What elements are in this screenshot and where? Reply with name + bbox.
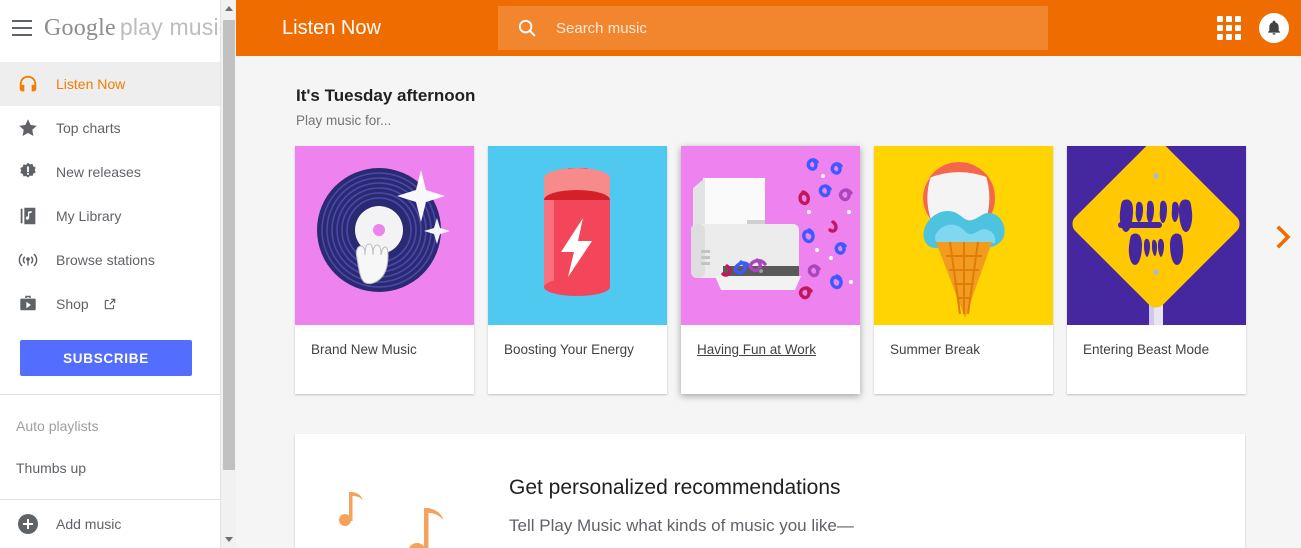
scroll-down-arrow-icon[interactable] (221, 531, 237, 548)
battery-icon (544, 168, 610, 296)
card-brand-new-music[interactable]: Brand New Music (295, 146, 474, 394)
sidebar-item-label: New releases (56, 164, 141, 180)
sidebar-scrollbar[interactable] (220, 0, 236, 548)
card-title-text: Summer Break (890, 342, 981, 357)
radio-tower-icon (14, 248, 42, 272)
personalized-recommendations-card[interactable]: Get personalized recommendations Tell Pl… (295, 434, 1245, 548)
card-title: Boosting Your Energy (488, 325, 667, 394)
card-title-text: Brand New Music (311, 342, 417, 357)
section-subtitle: Play music for... (296, 113, 392, 128)
sidebar-item-label: Top charts (56, 120, 121, 136)
brand-suffix-text: play music (119, 14, 220, 40)
icecream-beachball-icon (923, 161, 1005, 318)
sidebar-item-auto-playlists[interactable]: Auto playlists (0, 405, 220, 447)
brand-row: Google play music (0, 0, 220, 56)
sidebar: Googleplay music Listen Now Top charts (0, 0, 220, 548)
card-summer-break[interactable]: Summer Break (874, 146, 1053, 394)
card-artwork (295, 146, 474, 325)
chevron-right-icon[interactable] (1269, 220, 1299, 254)
promo-text: Get personalized recommendations Tell Pl… (505, 476, 854, 548)
search-icon (498, 17, 556, 39)
section-header: It's Tuesday afternoon Play music for... (220, 56, 1301, 128)
headphones-music-notes-illustration (339, 492, 444, 548)
promo-inner: Get personalized recommendations Tell Pl… (295, 434, 1245, 548)
star-icon (14, 116, 42, 140)
sidebar-item-label: Shop (56, 296, 89, 312)
apps-grid-icon[interactable] (1215, 14, 1243, 42)
headphones-icon (14, 72, 42, 96)
sidebar-item-browse-stations[interactable]: Browse stations (0, 238, 220, 282)
playlists-list: Auto playlists Thumbs up (0, 395, 220, 499)
brand-logo[interactable]: Google play music (44, 14, 220, 42)
sidebar-item-add-music[interactable]: Add music (0, 500, 220, 548)
notification-bell-icon[interactable] (1259, 13, 1289, 43)
promo-artwork (295, 476, 505, 548)
search-input[interactable] (556, 6, 1048, 50)
promo-subtitle: Tell Play Music what kinds of music you … (509, 516, 854, 535)
top-bar-actions (1215, 0, 1289, 56)
scrollbar-thumb[interactable] (223, 20, 235, 470)
section-title: It's Tuesday afternoon (296, 86, 476, 105)
content-area: Listen Now Search music It's Tuesday aft… (220, 0, 1301, 548)
main-scroll-region: It's Tuesday afternoon Play music for... (220, 56, 1301, 548)
shop-icon (14, 292, 42, 316)
card-title: Brand New Music (295, 325, 474, 394)
sidebar-item-top-charts[interactable]: Top charts (0, 106, 220, 150)
new-releases-icon (14, 160, 42, 184)
sidebar-item-listen-now[interactable]: Listen Now (0, 62, 220, 106)
sidebar-item-new-releases[interactable]: New releases (0, 150, 220, 194)
card-title-text: Entering Beast Mode (1083, 342, 1210, 357)
search-box[interactable] (498, 6, 1048, 50)
promo-title: Get personalized recommendations (509, 476, 841, 499)
card-entering-beast-mode[interactable]: Entering Beast Mode (1067, 146, 1246, 394)
card-artwork (874, 146, 1053, 325)
open-in-new-icon (103, 297, 117, 311)
card-artwork (488, 146, 667, 325)
sidebar-item-label: Browse stations (56, 252, 155, 268)
sidebar-item-label: My Library (56, 208, 122, 224)
recommendation-cards-row: Brand New Music Boosting Your Energy Hav… (220, 146, 1301, 394)
card-artwork (681, 146, 860, 325)
add-music-label: Add music (56, 516, 122, 532)
card-title-text: Boosting Your Energy (504, 342, 634, 357)
printer-confetti-icon (691, 158, 853, 300)
library-music-icon (14, 204, 42, 228)
sidebar-nav: Listen Now Top charts New releases My Li… (0, 56, 220, 326)
card-having-fun-at-work[interactable]: Having Fun at Work (681, 146, 860, 394)
playlist-label: Auto playlists (16, 418, 99, 434)
brand-google-text: Google (44, 15, 116, 41)
card-boosting-your-energy[interactable]: Boosting Your Energy (488, 146, 667, 394)
hamburger-menu-icon[interactable] (12, 8, 32, 48)
add-circle-icon (14, 512, 42, 536)
card-title-text: Having Fun at Work (697, 342, 817, 357)
card-artwork (1067, 146, 1246, 325)
card-title: Having Fun at Work (681, 325, 860, 394)
card-title: Summer Break (874, 325, 1053, 394)
beast-mode-sign-icon (1072, 146, 1240, 325)
play-music-app: Googleplay music Listen Now Top charts (0, 0, 1301, 548)
subscribe-button[interactable]: SUBSCRIBE (20, 340, 192, 376)
sidebar-item-shop[interactable]: Shop (0, 282, 220, 326)
sidebar-item-my-library[interactable]: My Library (0, 194, 220, 238)
vinyl-record-icon (317, 168, 450, 292)
scroll-up-arrow-icon[interactable] (221, 0, 237, 17)
page-title: Listen Now (282, 16, 381, 39)
sidebar-item-thumbs-up[interactable]: Thumbs up (0, 447, 220, 489)
card-title: Entering Beast Mode (1067, 325, 1246, 394)
top-bar: Listen Now (220, 0, 1301, 56)
subscribe-container: SUBSCRIBE (0, 326, 220, 394)
sidebar-item-label: Listen Now (56, 76, 126, 92)
playlist-label: Thumbs up (16, 460, 87, 476)
